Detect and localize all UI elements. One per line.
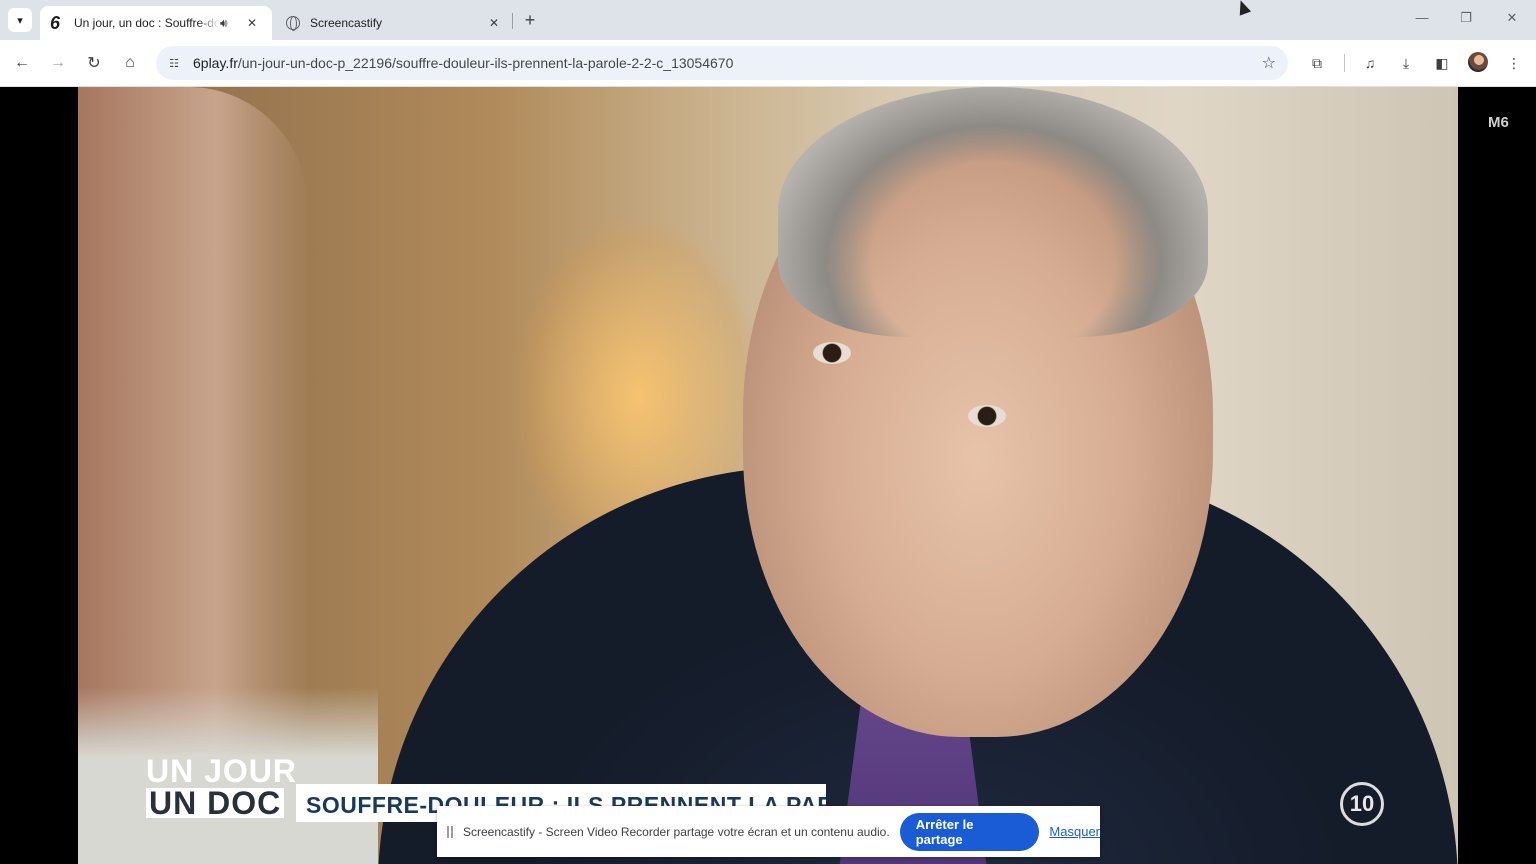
- show-logo-line2: UN DOC: [146, 787, 285, 819]
- address-bar[interactable]: ☷ 6play.fr/un-jour-un-doc-p_22196/souffr…: [156, 46, 1288, 80]
- eye: [813, 342, 851, 364]
- site-settings-icon[interactable]: ☷: [166, 55, 182, 71]
- download-icon[interactable]: ⤓: [1395, 52, 1417, 74]
- tab-6play[interactable]: 6 Un jour, un doc : Souffre-do 🔊︎ ✕: [40, 6, 272, 40]
- globe-icon: [286, 16, 300, 31]
- hide-link[interactable]: Masquer: [1049, 824, 1100, 839]
- media-controls-icon[interactable]: ♫: [1359, 52, 1381, 74]
- stop-sharing-button[interactable]: Arrêter le partage: [899, 812, 1040, 851]
- minimize-icon[interactable]: —: [1412, 10, 1432, 25]
- home-icon[interactable]: ⌂: [119, 52, 141, 74]
- tab-title: Screencastify: [310, 16, 383, 30]
- menu-icon[interactable]: ⋮: [1503, 52, 1525, 74]
- drag-handle-icon[interactable]: [447, 825, 453, 838]
- back-icon[interactable]: ←: [11, 52, 33, 74]
- screen-share-bar: Screencastify - Screen Video Recorder pa…: [437, 806, 1100, 857]
- profile-avatar[interactable]: [1468, 52, 1488, 72]
- restore-icon[interactable]: ❐: [1456, 10, 1476, 26]
- 6play-favicon-icon: 6: [50, 12, 61, 33]
- toolbar-separator: [1344, 54, 1345, 72]
- bookmark-star-icon[interactable]: ☆: [1262, 53, 1276, 73]
- m6-logo-icon: M6: [1488, 114, 1509, 131]
- video-player[interactable]: [78, 87, 1458, 864]
- tab-title: Un jour, un doc : Souffre-do: [74, 16, 220, 30]
- reload-icon[interactable]: ↻: [83, 52, 105, 74]
- eye: [968, 405, 1006, 427]
- show-logo-line1: UN JOUR: [146, 753, 298, 789]
- show-logo: UN JOUR UN DOC: [146, 753, 298, 819]
- forward-icon[interactable]: →: [47, 52, 69, 74]
- tab-strip: ▾ 6 Un jour, un doc : Souffre-do 🔊︎ ✕ Sc…: [0, 0, 1536, 40]
- channel-10-logo: 10: [1340, 782, 1384, 826]
- side-panel-icon[interactable]: ◧: [1431, 52, 1453, 74]
- browser-toolbar: ← → ↻ ⌂ ☷ 6play.fr/un-jour-un-doc-p_2219…: [0, 40, 1536, 87]
- tab-screencastify[interactable]: Screencastify ✕: [276, 6, 512, 40]
- share-message: Screencastify - Screen Video Recorder pa…: [462, 824, 890, 839]
- close-icon[interactable]: ✕: [486, 15, 502, 31]
- tab-search-button[interactable]: ▾: [8, 8, 32, 32]
- speaker-icon[interactable]: 🔊︎: [220, 16, 236, 31]
- url-text[interactable]: 6play.fr/un-jour-un-doc-p_22196/souffre-…: [193, 55, 733, 71]
- window-close-icon[interactable]: ✕: [1502, 10, 1522, 26]
- chevron-down-icon: ▾: [17, 14, 23, 27]
- hair: [778, 87, 1208, 337]
- extensions-icon[interactable]: ⧉: [1306, 52, 1328, 74]
- close-icon[interactable]: ✕: [244, 15, 260, 31]
- tab-separator: [512, 13, 513, 29]
- new-tab-button[interactable]: +: [520, 10, 540, 30]
